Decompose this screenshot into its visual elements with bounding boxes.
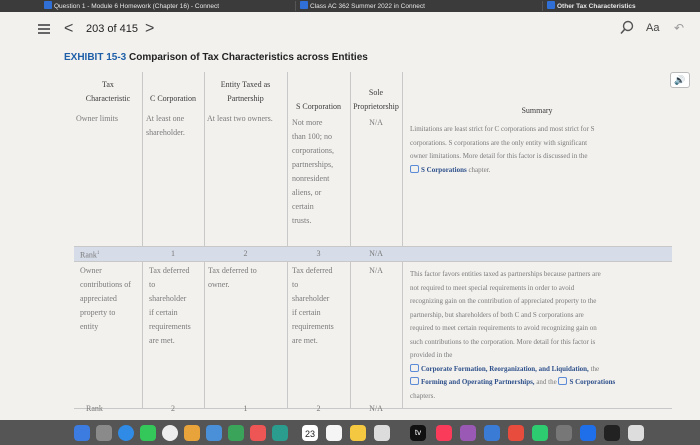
link-icon <box>410 377 419 385</box>
link-icon <box>558 377 568 385</box>
tab-label: Class AC 362 Summer 2022 in Connect <box>310 3 425 10</box>
tab-label: Other Tax Characteristics <box>557 3 636 10</box>
app-store-icon[interactable] <box>484 425 500 441</box>
contributions-c-corp: Tax deferred to shareholder if certain requi… <box>149 266 191 345</box>
rank-label: Rank <box>86 404 103 413</box>
safari-icon[interactable] <box>118 425 134 441</box>
contributions-s-corp: Tax deferred to shareholder if certain requi… <box>292 266 334 345</box>
contributions-partnership: Tax deferred to owner. <box>208 266 257 289</box>
rank-c-corp: 1 <box>171 249 175 258</box>
s-corporations-link[interactable]: S Corporations <box>569 378 615 386</box>
freeform-icon[interactable] <box>374 425 390 441</box>
contributions-sole-prop: N/A <box>369 266 383 275</box>
maps-icon[interactable] <box>228 425 244 441</box>
trash-icon[interactable] <box>628 425 644 441</box>
tab-label: Question 1 - Module 6 Homework (Chapter … <box>54 3 220 10</box>
messages-icon[interactable] <box>140 425 156 441</box>
browser-tab-homework[interactable]: Question 1 - Module 6 Homework (Chapter … <box>44 1 294 11</box>
row-label-owner-contributions: Owner contributions of appreciated property… <box>80 266 131 331</box>
comparison-table: Tax Characteristic C Corporation Entity T… <box>0 12 700 420</box>
rank-s-corp: 2 <box>316 404 321 413</box>
contributions-summary: This factor favors entities taxed as par… <box>410 270 616 400</box>
connect-tab-icon <box>300 1 308 9</box>
photos-icon[interactable] <box>250 425 266 441</box>
owner-limits-summary: Limitations are least strict for C corpo… <box>410 125 595 174</box>
rank-partnership: 2 <box>243 249 248 258</box>
browser-tab-bar: Question 1 - Module 6 Homework (Chapter … <box>0 0 700 12</box>
reminders-icon[interactable] <box>350 425 366 441</box>
launchpad-icon[interactable] <box>96 425 112 441</box>
connect-tab-icon <box>44 1 52 9</box>
music-icon[interactable] <box>436 425 452 441</box>
news-icon[interactable] <box>508 425 524 441</box>
rank-c-corp: 2 <box>171 404 175 413</box>
corporate-formation-link[interactable]: Corporate Formation, Reorganization, and… <box>421 365 589 373</box>
terminal-icon[interactable] <box>604 425 620 441</box>
rank-sole-prop: N/A <box>369 249 383 258</box>
contacts-icon[interactable] <box>326 425 342 441</box>
notes-icon[interactable] <box>184 425 200 441</box>
header-s-corporation: S Corporation <box>295 102 342 111</box>
chrome-icon[interactable] <box>162 425 178 441</box>
podcasts-icon[interactable] <box>460 425 476 441</box>
browser-tab-class[interactable]: Class AC 362 Summer 2022 in Connect <box>295 1 533 11</box>
link-icon <box>410 363 419 372</box>
link-icon <box>410 164 419 173</box>
finder-icon[interactable] <box>74 425 90 441</box>
row-label-owner-limits: Owner limits <box>76 114 118 123</box>
mail-icon[interactable] <box>206 425 222 441</box>
word-icon[interactable] <box>580 425 596 441</box>
owner-limits-s-corp: Not more than 100; no corporations, partner… <box>292 118 334 225</box>
ebook-tab-icon <box>547 1 555 9</box>
rank-sole-prop: N/A <box>369 404 383 413</box>
header-sole-proprietorship: Sole Proprietorship <box>353 88 399 111</box>
rank-s-corp: 3 <box>316 249 321 258</box>
ebook-reader: < 203 of 415 > Aa ↶ EXHIBIT 15-3 Compari… <box>0 12 700 420</box>
header-tax-characteristic: Tax Characteristic <box>85 80 131 103</box>
owner-limits-c-corp: At least one shareholder. <box>146 114 185 137</box>
calendar-icon[interactable]: 23 <box>302 425 318 441</box>
forming-partnerships-link[interactable]: Forming and Operating Partnerships, <box>421 378 535 386</box>
numbers-icon[interactable] <box>532 425 548 441</box>
header-summary: Summary <box>521 106 553 115</box>
facetime-icon[interactable] <box>272 425 288 441</box>
rank-partnership: 1 <box>243 404 248 413</box>
system-settings-icon[interactable] <box>556 425 572 441</box>
apple-tv-icon[interactable]: tv <box>410 425 426 441</box>
header-c-corporation: C Corporation <box>150 94 196 103</box>
dock: 23 tv <box>0 420 700 445</box>
header-partnership: Entity Taxed as Partnership <box>220 80 271 103</box>
owner-limits-partnership: At least two owners. <box>207 114 273 123</box>
owner-limits-sole-prop: N/A <box>369 118 383 127</box>
browser-tab-other-tax[interactable]: Other Tax Characteristics <box>542 1 700 11</box>
s-corporations-link[interactable]: S Corporations <box>421 166 467 174</box>
